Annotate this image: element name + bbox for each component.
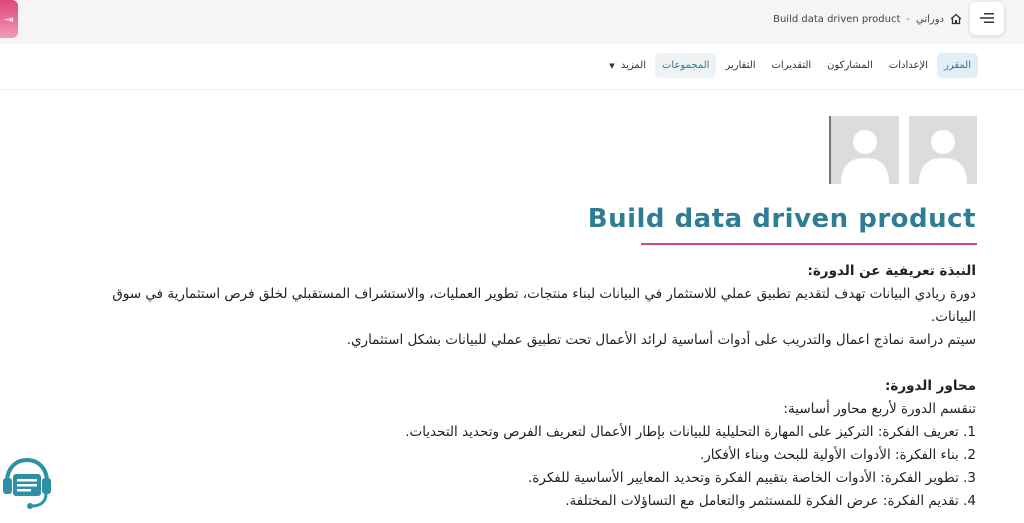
tab-reports[interactable]: التقارير	[718, 53, 762, 78]
headset-chat-icon	[3, 457, 51, 509]
breadcrumb-current: Build data driven product	[773, 13, 901, 25]
tabs-divider	[0, 89, 1024, 90]
title-underline	[641, 243, 977, 245]
user-placeholder-icon[interactable]	[831, 116, 899, 184]
home-icon[interactable]	[950, 13, 962, 25]
course-tabs: المقرر الإعدادات المشاركون التقديرات الت…	[602, 53, 978, 78]
list-item: 2. بناء الفكرة: الأدوات الأولية للبحث وب…	[700, 447, 976, 463]
list-item: 3. تطوير الفكرة: الأدوات الخاصة بتقييم ا…	[528, 470, 976, 486]
course-title: Build data driven product	[587, 204, 976, 234]
support-chat-button[interactable]	[2, 456, 52, 512]
hamburger-icon	[980, 9, 994, 28]
tab-course[interactable]: المقرر	[936, 53, 978, 78]
breadcrumb: دوراتي - Build data driven product	[773, 13, 962, 25]
tab-participants[interactable]: المشاركون	[820, 53, 880, 78]
breadcrumb-parent[interactable]: دوراتي	[916, 14, 944, 25]
tab-groups[interactable]: المجموعات	[655, 53, 717, 78]
tab-more-label: المزيد	[620, 60, 646, 71]
drawer-toggle-icon: ⇥	[4, 12, 14, 26]
axes-intro: تنقسم الدورة لأربع محاور أساسية:	[783, 401, 976, 417]
list-item: 4. تقديم الفكرة: عرض الفكرة للمستثمر وال…	[565, 493, 976, 509]
tab-settings[interactable]: الإعدادات	[882, 53, 935, 78]
caret-down-icon: ▼	[609, 62, 615, 70]
top-header: ⇥ دوراتي - Build data driven product	[0, 0, 1024, 44]
tab-more[interactable]: المزيد ▼	[602, 53, 653, 78]
course-description: النبذة تعريفية عن الدورة: دورة ريادي الب…	[66, 260, 976, 513]
intro-heading: النبذة تعريفية عن الدورة:	[807, 263, 976, 279]
tab-grades[interactable]: التقديرات	[765, 53, 819, 78]
list-item: 1. تعريف الفكرة: التركيز على المهارة الت…	[405, 424, 976, 440]
axes-heading: محاور الدورة:	[884, 378, 976, 394]
intro-paragraph-2: سيتم دراسة نماذج اعمال والتدريب على أدوا…	[346, 332, 976, 348]
menu-button[interactable]	[970, 2, 1004, 35]
breadcrumb-separator: -	[906, 13, 910, 25]
intro-paragraph-1: دورة ريادي البيانات تهدف لتقديم تطبيق عم…	[112, 286, 976, 325]
drawer-toggle-button[interactable]: ⇥	[0, 0, 18, 38]
user-placeholder-icon[interactable]	[909, 116, 977, 184]
